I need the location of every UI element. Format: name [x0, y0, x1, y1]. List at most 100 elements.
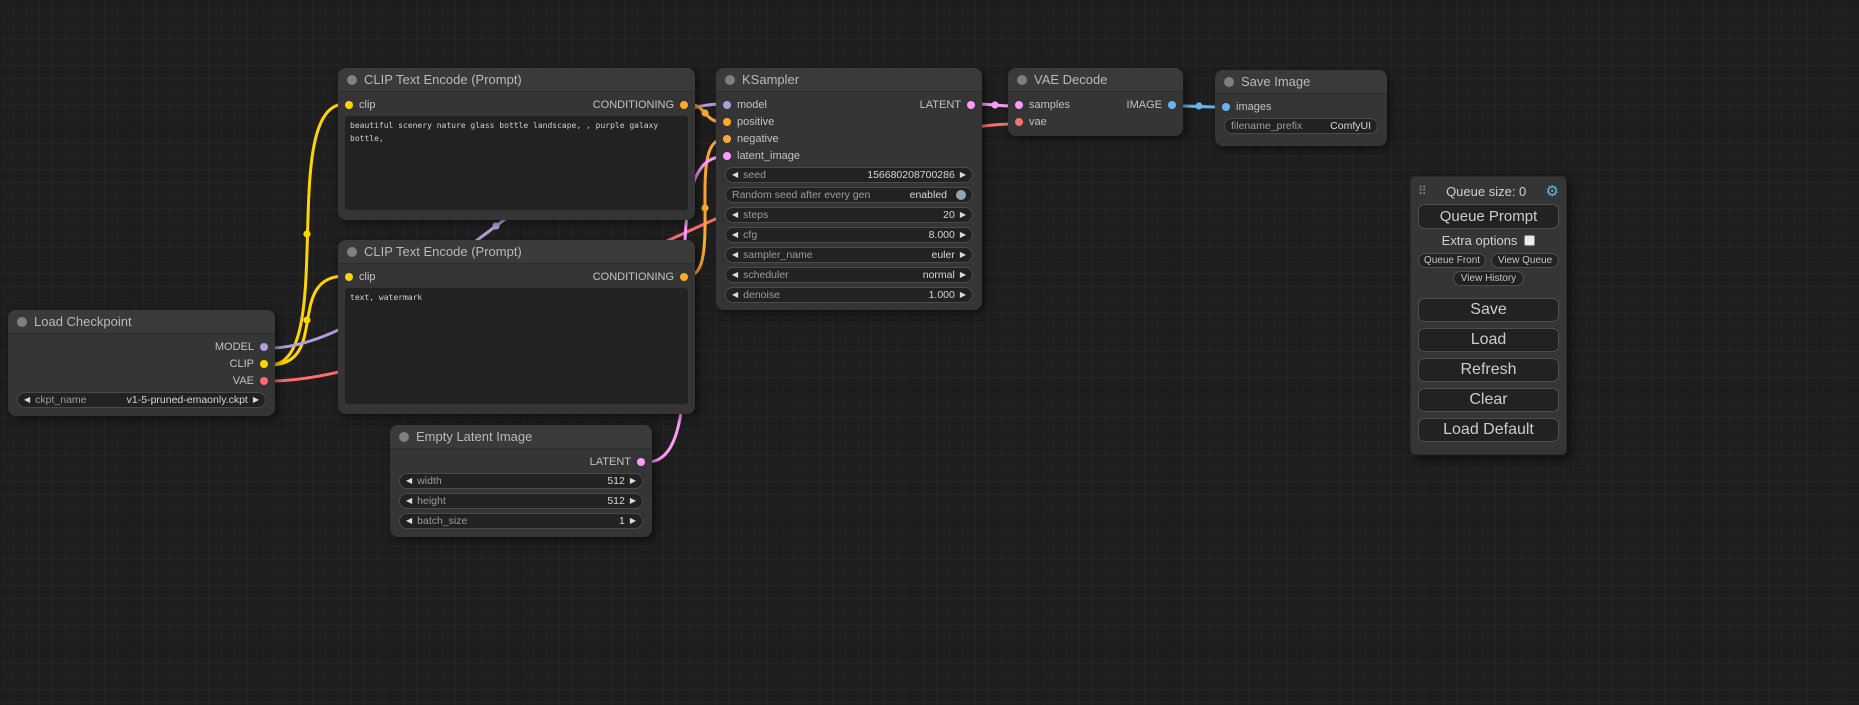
node-vae-decode[interactable]: VAE Decode samples IMAGE vae: [1008, 68, 1183, 136]
clip-output-dot[interactable]: [260, 360, 268, 368]
widget-steps[interactable]: ◀ steps 20 ▶: [725, 207, 973, 223]
decrement-icon[interactable]: ◀: [406, 497, 412, 505]
increment-icon[interactable]: ▶: [960, 291, 966, 299]
node-clip-text-encode-negative[interactable]: CLIP Text Encode (Prompt) clip CONDITION…: [338, 240, 695, 414]
increment-icon[interactable]: ▶: [960, 231, 966, 239]
output-slot-image: IMAGE: [1127, 99, 1176, 111]
node-save-image-header[interactable]: Save Image: [1215, 70, 1387, 94]
widget-sampler-name[interactable]: ◀ sampler_name euler ▶: [725, 247, 973, 263]
samples-input-dot[interactable]: [1015, 101, 1023, 109]
widget-scheduler[interactable]: ◀ scheduler normal ▶: [725, 267, 973, 283]
slot-label: MODEL: [215, 341, 254, 353]
node-save-image[interactable]: Save Image images filename_prefix ComfyU…: [1215, 70, 1387, 146]
widget-random-seed-toggle[interactable]: Random seed after every gen enabled: [725, 187, 973, 203]
refresh-button[interactable]: Refresh: [1418, 358, 1559, 382]
widget-width[interactable]: ◀ width 512 ▶: [399, 473, 643, 489]
collapse-dot-icon[interactable]: [1017, 75, 1027, 85]
load-button[interactable]: Load: [1418, 328, 1559, 352]
slot-label: latent_image: [737, 150, 800, 162]
node-title: Save Image: [1241, 74, 1310, 89]
widget-ckpt-name[interactable]: ◀ ckpt_name v1-5-pruned-emaonly.ckpt ▶: [17, 392, 266, 408]
clear-button[interactable]: Clear: [1418, 388, 1559, 412]
collapse-dot-icon[interactable]: [399, 432, 409, 442]
node-empty-latent-image[interactable]: Empty Latent Image LATENT ◀ width 512 ▶ …: [390, 425, 652, 537]
image-output-dot[interactable]: [1168, 101, 1176, 109]
node-load-checkpoint[interactable]: Load Checkpoint MODEL CLIP VAE: [8, 310, 275, 416]
clip-input-dot[interactable]: [345, 273, 353, 281]
negative-prompt-textarea[interactable]: text, watermark: [345, 288, 688, 404]
widget-seed[interactable]: ◀ seed 156680208700286 ▶: [725, 167, 973, 183]
settings-gear-icon[interactable]: ⚙: [1546, 184, 1559, 199]
slot-label: clip: [359, 271, 376, 283]
increment-icon[interactable]: ▶: [630, 497, 636, 505]
increment-icon[interactable]: ▶: [960, 271, 966, 279]
drag-handle-icon[interactable]: ⠿: [1418, 184, 1427, 198]
extra-options-checkbox[interactable]: [1524, 235, 1535, 246]
vae-input-dot[interactable]: [1015, 118, 1023, 126]
clip-input-dot[interactable]: [345, 101, 353, 109]
decrement-icon[interactable]: ◀: [732, 171, 738, 179]
queue-front-button[interactable]: Queue Front: [1418, 253, 1486, 268]
widget-batch-size[interactable]: ◀ batch_size 1 ▶: [399, 513, 643, 529]
widget-label: filename_prefix: [1231, 120, 1302, 132]
node-ksampler[interactable]: KSampler model LATENT positive: [716, 68, 982, 310]
node-empty-latent-header[interactable]: Empty Latent Image: [390, 425, 652, 449]
decrement-icon[interactable]: ◀: [732, 231, 738, 239]
increment-icon[interactable]: ▶: [960, 251, 966, 259]
latent-image-input-dot[interactable]: [723, 152, 731, 160]
increment-icon[interactable]: ▶: [960, 171, 966, 179]
node-graph-canvas[interactable]: Load Checkpoint MODEL CLIP VAE: [0, 0, 1859, 705]
decrement-icon[interactable]: ◀: [732, 211, 738, 219]
latent-output-dot[interactable]: [637, 458, 645, 466]
images-input-dot[interactable]: [1222, 103, 1230, 111]
collapse-dot-icon[interactable]: [17, 317, 27, 327]
node-clip-positive-header[interactable]: CLIP Text Encode (Prompt): [338, 68, 695, 92]
node-clip-negative-header[interactable]: CLIP Text Encode (Prompt): [338, 240, 695, 264]
widget-value: ComfyUI: [1330, 120, 1371, 132]
positive-prompt-textarea[interactable]: beautiful scenery nature glass bottle la…: [345, 116, 688, 210]
increment-icon[interactable]: ▶: [960, 211, 966, 219]
view-history-button[interactable]: View History: [1453, 271, 1524, 286]
node-ksampler-header[interactable]: KSampler: [716, 68, 982, 92]
negative-input-dot[interactable]: [723, 135, 731, 143]
increment-icon[interactable]: ▶: [630, 477, 636, 485]
widget-value: enabled: [910, 189, 947, 201]
input-slot-images: images: [1222, 101, 1271, 113]
positive-input-dot[interactable]: [723, 118, 731, 126]
decrement-icon[interactable]: ◀: [732, 291, 738, 299]
conditioning-output-dot[interactable]: [680, 101, 688, 109]
save-button[interactable]: Save: [1418, 298, 1559, 322]
collapse-dot-icon[interactable]: [725, 75, 735, 85]
slot-label: clip: [359, 99, 376, 111]
widget-height[interactable]: ◀ height 512 ▶: [399, 493, 643, 509]
increment-icon[interactable]: ▶: [630, 517, 636, 525]
load-default-button[interactable]: Load Default: [1418, 418, 1559, 442]
conditioning-output-dot[interactable]: [680, 273, 688, 281]
latent-output-dot[interactable]: [967, 101, 975, 109]
decrement-icon[interactable]: ◀: [732, 271, 738, 279]
view-queue-button[interactable]: View Queue: [1491, 253, 1559, 268]
model-input-dot[interactable]: [723, 101, 731, 109]
decrement-icon[interactable]: ◀: [732, 251, 738, 259]
wire-midpoint-dot: [303, 316, 310, 323]
widget-filename-prefix[interactable]: filename_prefix ComfyUI: [1224, 118, 1378, 134]
node-load-checkpoint-header[interactable]: Load Checkpoint: [8, 310, 275, 334]
collapse-dot-icon[interactable]: [347, 75, 357, 85]
widget-denoise[interactable]: ◀ denoise 1.000 ▶: [725, 287, 973, 303]
collapse-dot-icon[interactable]: [347, 247, 357, 257]
output-slot-conditioning: CONDITIONING: [593, 271, 688, 283]
increment-icon[interactable]: ▶: [253, 396, 259, 404]
toggle-dot-icon[interactable]: [956, 190, 966, 200]
widget-label: denoise: [743, 289, 780, 301]
node-clip-text-encode-positive[interactable]: CLIP Text Encode (Prompt) clip CONDITION…: [338, 68, 695, 220]
widget-cfg[interactable]: ◀ cfg 8.000 ▶: [725, 227, 973, 243]
decrement-icon[interactable]: ◀: [24, 396, 30, 404]
queue-panel-header: ⠿ Queue size: 0 ⚙: [1418, 180, 1559, 202]
vae-output-dot[interactable]: [260, 377, 268, 385]
decrement-icon[interactable]: ◀: [406, 477, 412, 485]
queue-prompt-button[interactable]: Queue Prompt: [1418, 204, 1559, 229]
collapse-dot-icon[interactable]: [1224, 77, 1234, 87]
model-output-dot[interactable]: [260, 343, 268, 351]
node-vae-decode-header[interactable]: VAE Decode: [1008, 68, 1183, 92]
decrement-icon[interactable]: ◀: [406, 517, 412, 525]
